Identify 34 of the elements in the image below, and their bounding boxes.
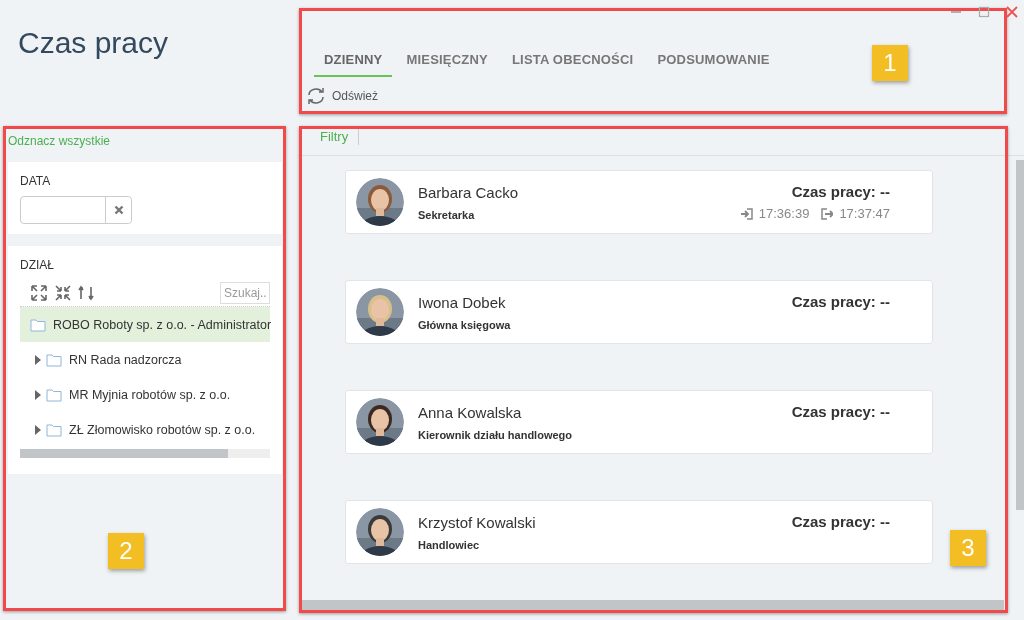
employee-role: Kierownik działu handlowego [418, 428, 572, 441]
page-title: Czas pracy [18, 26, 169, 60]
employee-name: Krzystof Kowalski [418, 513, 536, 531]
refresh-button[interactable]: Odśwież [306, 87, 378, 105]
work-time: Czas pracy: -- [791, 403, 890, 420]
tree-node[interactable]: MR Myjnia robotów sp. z o.o. [20, 377, 270, 412]
work-time: Czas pracy: -- [791, 513, 890, 530]
tab[interactable]: DZIENNY [314, 48, 393, 77]
employee-role: Sekretarka [418, 208, 475, 221]
employee-name: Iwona Dobek [418, 293, 506, 311]
section-label: DZIAŁ [20, 258, 54, 272]
callout-badge: 1 [872, 45, 908, 81]
tab[interactable]: LISTA OBECNOŚCI [501, 48, 644, 77]
employee-card[interactable]: Iwona Dobek Główna księgowa Czas pracy: -- [345, 280, 933, 344]
employee-name: Anna Kowalska [418, 403, 522, 421]
callout-badge: 2 [108, 533, 144, 569]
work-time: Czas pracy: -- [791, 293, 890, 310]
employee-card[interactable]: Barbara Cacko Sekretarka Czas pracy: -- 17:36:39 17:37:47 [345, 170, 933, 234]
employee-card[interactable]: Anna Kowalska Kierownik działu handlowego Czas pracy: -- [345, 390, 933, 454]
clock-in-time: 17:36:39 [758, 206, 810, 221]
tree-node[interactable]: ZŁ Złomowisko robotów sp. z o.o. [20, 412, 270, 447]
tree-node[interactable]: ROBO Roboty sp. z o.o. - Administrator [20, 307, 270, 342]
search-field[interactable]: Szukaj.. [220, 282, 270, 304]
employee-card[interactable]: Krzystof Kowalski Handlowiec Czas pracy: -- [345, 500, 933, 564]
section-label: DATA [20, 174, 51, 188]
tab[interactable]: PODSUMOWANIE [647, 48, 780, 77]
work-time: Czas pracy: -- [791, 183, 890, 200]
tree-node[interactable]: RN Rada nadzorcza [20, 342, 270, 377]
clock-out-time: 17:37:47 [839, 206, 890, 221]
employee-role: Handlowiec [418, 538, 480, 551]
tab[interactable]: MIESIĘCZNY [396, 48, 498, 77]
callout-badge: 3 [950, 530, 986, 566]
employee-name: Barbara Cacko [418, 183, 519, 201]
employee-role: Główna księgowa [418, 318, 511, 331]
